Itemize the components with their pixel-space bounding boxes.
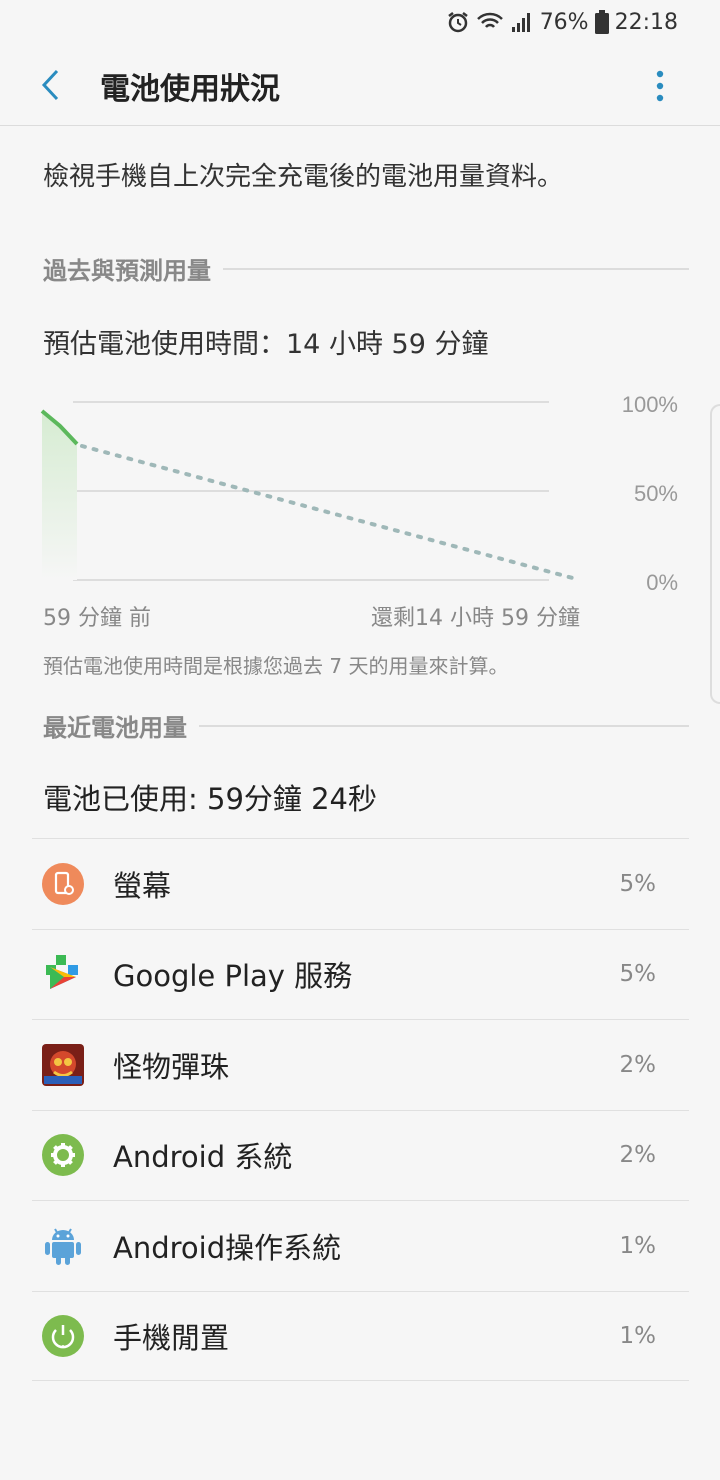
scroll-indicator — [710, 404, 720, 704]
app-name: Google Play 服務 — [113, 959, 353, 994]
x-end-label: 還剩14 小時 59 分鐘 — [371, 606, 580, 631]
chart-note: 預估電池使用時間是根據您過去 7 天的用量來計算。 — [43, 654, 509, 678]
app-name: 手機閒置 — [113, 1320, 230, 1355]
app-percent: 2% — [619, 1142, 657, 1169]
back-button[interactable] — [30, 62, 70, 108]
signal-icon — [510, 11, 534, 33]
usage-item-phone-idle[interactable]: 手機閒置 1% — [32, 1290, 689, 1381]
usage-item-android-os[interactable]: Android操作系統 1% — [32, 1200, 689, 1291]
battery-usage-chart: 100% 50% 0% — [40, 392, 678, 595]
y-tick-100: 100% — [622, 392, 678, 417]
predicted-usage-line — [80, 444, 582, 582]
page-title: 電池使用狀況 — [100, 72, 280, 107]
section-divider — [199, 724, 689, 727]
app-bar: 電池使用狀況 — [0, 44, 720, 126]
app-percent: 2% — [619, 1051, 657, 1078]
usage-item-android-system[interactable]: Android 系統 2% — [32, 1109, 689, 1201]
android-robot-icon — [42, 1225, 84, 1267]
battery-icon — [594, 10, 609, 34]
battery-used-text: 電池已使用: 59分鐘 24秒 — [43, 782, 378, 816]
estimated-time: 預估電池使用時間：14 小時 59 分鐘 — [43, 329, 489, 360]
monster-strike-icon — [42, 1043, 84, 1086]
back-arrow-icon — [41, 69, 59, 101]
screen-icon — [42, 862, 84, 905]
wifi-icon — [476, 11, 504, 33]
app-percent: 5% — [619, 961, 657, 988]
app-name: 螢幕 — [113, 868, 172, 903]
section-header-past-predicted: 過去與預測用量 — [43, 251, 689, 286]
x-start-label: 59 分鐘 前 — [43, 606, 151, 631]
more-vert-icon — [656, 70, 664, 102]
app-name: Android操作系統 — [113, 1230, 342, 1265]
usage-list: 螢幕 5% Google Play 服務 5% 怪物彈珠 2% Android … — [32, 838, 689, 1381]
google-play-services-icon — [42, 953, 84, 995]
usage-item-screen[interactable]: 螢幕 5% — [32, 838, 689, 929]
status-bar: 76% 22:18 — [0, 0, 720, 44]
section-title: 過去與預測用量 — [43, 257, 211, 285]
y-tick-50: 50% — [634, 481, 678, 506]
app-percent: 1% — [619, 1232, 657, 1259]
phone-idle-power-icon — [42, 1314, 84, 1357]
app-name: 怪物彈珠 — [113, 1049, 230, 1084]
app-percent: 1% — [619, 1322, 657, 1349]
section-header-recent: 最近電池用量 — [43, 708, 689, 743]
android-system-gear-icon — [42, 1134, 84, 1177]
usage-item-google-play-services[interactable]: Google Play 服務 5% — [32, 928, 689, 1020]
app-percent: 5% — [619, 870, 657, 897]
y-tick-0: 0% — [646, 570, 678, 595]
app-name: Android 系統 — [113, 1140, 293, 1175]
more-options-button[interactable] — [640, 66, 680, 106]
section-title: 最近電池用量 — [43, 714, 187, 742]
usage-item-monster-strike[interactable]: 怪物彈珠 2% — [32, 1019, 689, 1110]
section-divider — [223, 267, 689, 270]
battery-percent: 76% — [539, 9, 589, 35]
alarm-icon — [446, 10, 470, 34]
description-text: 檢視手機自上次完全充電後的電池用量資料。 — [43, 162, 564, 192]
status-time: 22:18 — [614, 9, 678, 35]
